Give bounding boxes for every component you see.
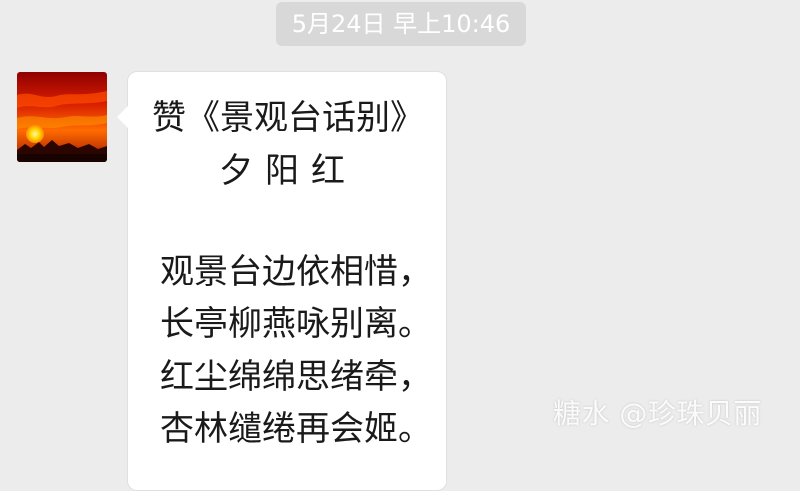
poem-line: 观景台边依相惜， xyxy=(160,252,432,292)
poem-line: 红尘绵绵思绪牵， xyxy=(160,357,432,397)
timestamp-badge: 5月24日 早上10:46 xyxy=(276,2,526,46)
poem-title: 赞《景观台话别》 xyxy=(152,98,424,138)
avatar[interactable] xyxy=(17,72,107,162)
poem-subtitle: 夕阳红 xyxy=(219,151,357,191)
message-bubble[interactable]: 赞《景观台话别》 夕阳红 观景台边依相惜， 长亭柳燕咏别离。 红尘绵绵思绪牵， … xyxy=(117,71,447,491)
poem-line: 长亭柳燕咏别离。 xyxy=(160,304,432,344)
poem-line: 杏林缱绻再会姬。 xyxy=(160,409,432,449)
watermark: 糖水 @珍珠贝丽 xyxy=(553,397,762,430)
sunset-avatar-icon xyxy=(17,72,107,162)
bubble-tail xyxy=(117,106,128,128)
